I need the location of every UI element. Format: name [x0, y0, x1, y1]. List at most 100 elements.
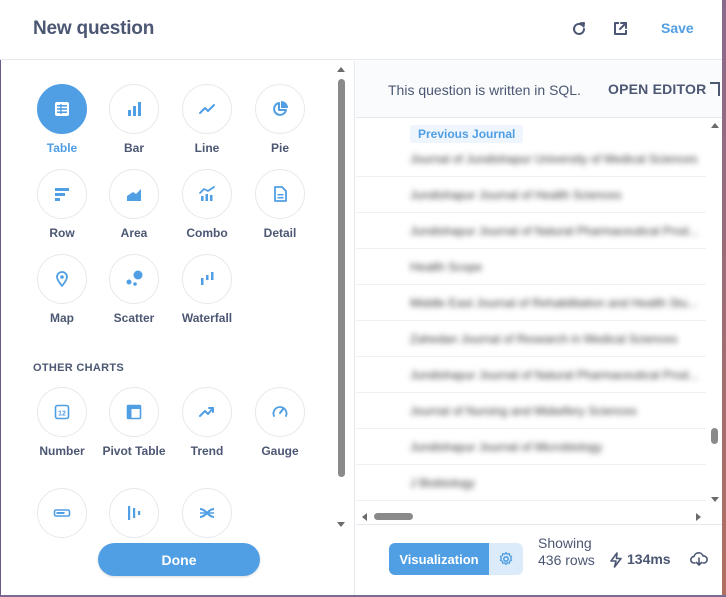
viz-option-map[interactable]: Map: [27, 254, 97, 326]
modal-header: New question Save: [0, 0, 726, 60]
viz-option-sankey[interactable]: [172, 488, 242, 538]
gear-icon: [499, 551, 513, 566]
open-editor-button[interactable]: OPEN EDITOR: [608, 81, 706, 97]
viz-label-waterfall: Waterfall: [181, 311, 233, 325]
table-row: Journal of Jundishapur University of Med…: [356, 141, 706, 177]
viz-option-bar[interactable]: Bar: [99, 84, 169, 156]
combo-circle: [182, 169, 232, 219]
table-row: Middle East Journal of Rehabilitation an…: [356, 285, 706, 321]
viz-label-gauge: Gauge: [261, 444, 299, 458]
table-cell: Zahedan Journal of Research in Medical S…: [410, 332, 678, 346]
table-cell: Jundishapur Journal of Natural Pharmaceu…: [410, 224, 699, 238]
table-row: Journal of Nursing and Midwifery Science…: [356, 393, 706, 429]
expand-icon[interactable]: [710, 82, 720, 96]
pie-circle: [255, 84, 305, 134]
refresh-icon[interactable]: [570, 20, 588, 38]
table-row: Jundishapur Journal of Natural Pharmaceu…: [356, 213, 706, 249]
save-button[interactable]: Save: [661, 20, 694, 36]
table-cell: Journal of Jundishapur University of Med…: [410, 152, 698, 166]
svg-text:12: 12: [58, 411, 66, 418]
viz-label-area: Area: [120, 226, 148, 240]
visualization-settings-button[interactable]: [489, 543, 523, 575]
waterfall-circle: [182, 254, 232, 304]
progress-circle: [37, 488, 87, 538]
table-cell: Jundishapur Journal of Health Sciences: [410, 188, 622, 202]
viz-label-pie: Pie: [270, 141, 289, 155]
sankey-icon: [199, 508, 215, 518]
number-circle: 12: [37, 387, 87, 437]
viz-label-row: Row: [49, 226, 75, 240]
trend-circle: [182, 387, 232, 437]
detail-icon: [274, 186, 287, 202]
gauge-icon: [272, 406, 288, 417]
table-cell: Journal of Nursing and Midwifery Science…: [410, 404, 637, 418]
viz-option-line[interactable]: Line: [172, 84, 242, 156]
viz-label-bar: Bar: [123, 141, 144, 155]
table-cell: J Biobiology: [410, 476, 475, 490]
visualization-button[interactable]: Visualization: [389, 543, 489, 575]
viz-label-combo: Combo: [186, 226, 228, 240]
funnel-icon: [128, 506, 141, 520]
table-cell: Health Scope: [410, 260, 483, 274]
table-icon: [55, 102, 69, 116]
lightning-icon: [610, 552, 622, 568]
viz-label-scatter: Scatter: [113, 311, 155, 325]
table-row: Zahedan Journal of Research in Medical S…: [356, 321, 706, 357]
viz-option-progress[interactable]: [27, 488, 97, 538]
table-horizontal-scroll-thumb[interactable]: [374, 513, 413, 520]
viz-option-pie[interactable]: Pie: [245, 84, 315, 156]
detail-circle: [255, 169, 305, 219]
viz-option-row[interactable]: Row: [27, 169, 97, 241]
viz-label-pivot-table: Pivot Table: [102, 444, 166, 458]
scatter-circle: [109, 254, 159, 304]
viz-option-table[interactable]: Table: [27, 84, 97, 156]
background-edge: [722, 0, 726, 597]
viz-option-waterfall[interactable]: Waterfall: [172, 254, 242, 326]
results-footer: Visualization Showing 436 rows 134ms: [356, 524, 726, 597]
open-in-new-icon[interactable]: [611, 20, 629, 38]
viz-option-pivot-table[interactable]: Pivot Table: [99, 387, 169, 459]
viz-option-gauge[interactable]: Gauge: [245, 387, 315, 459]
viz-option-area[interactable]: Area: [99, 169, 169, 241]
viz-label-detail: Detail: [263, 226, 297, 240]
visualization-picker: Table Bar Line Pie Row Area Combo Detail…: [1, 61, 355, 597]
bar-circle: [109, 84, 159, 134]
table-scroll-right-icon[interactable]: [696, 513, 701, 521]
viz-option-funnel[interactable]: [99, 488, 169, 538]
viz-label-line: Line: [194, 141, 220, 155]
table-scroll-up-icon[interactable]: [711, 123, 719, 128]
progress-icon: [53, 509, 71, 517]
row-icon: [55, 188, 69, 201]
pie-icon: [273, 101, 288, 116]
viz-label-number: Number: [39, 444, 85, 458]
results-table: Previous Journal Journal of Jundishapur …: [356, 119, 726, 523]
scatter-icon: [126, 270, 143, 286]
sidebar-scroll-thumb[interactable]: [338, 79, 345, 477]
table-vertical-scrollbar[interactable]: [708, 119, 722, 509]
trend-icon: [199, 407, 214, 417]
viz-label-trend: Trend: [190, 444, 224, 458]
table-row: Health Scope: [356, 249, 706, 285]
table-vertical-scroll-thumb[interactable]: [711, 428, 718, 444]
viz-option-number[interactable]: 12 Number: [27, 387, 97, 459]
row-count-text: Showing 436 rows: [538, 535, 595, 568]
done-button[interactable]: Done: [98, 543, 260, 576]
number-icon: 12: [54, 404, 70, 420]
sidebar-scroll-up-icon[interactable]: [337, 67, 345, 72]
gauge-circle: [255, 387, 305, 437]
line-circle: [182, 84, 232, 134]
row-circle: [37, 169, 87, 219]
table-scroll-down-icon[interactable]: [711, 497, 719, 502]
table-row: J Biobiology: [356, 465, 706, 501]
table-circle: [37, 84, 87, 134]
viz-option-detail[interactable]: Detail: [245, 169, 315, 241]
viz-option-combo[interactable]: Combo: [172, 169, 242, 241]
viz-option-scatter[interactable]: Scatter: [99, 254, 169, 326]
viz-option-trend[interactable]: Trend: [172, 387, 242, 459]
viz-label-table: Table: [46, 141, 78, 155]
sankey-circle: [182, 488, 232, 538]
download-icon[interactable]: [690, 551, 708, 567]
sql-notice-banner: This question is written in SQL. OPEN ED…: [356, 61, 726, 118]
sidebar-scroll-down-icon[interactable]: [337, 522, 345, 527]
table-scroll-left-icon[interactable]: [362, 513, 367, 521]
